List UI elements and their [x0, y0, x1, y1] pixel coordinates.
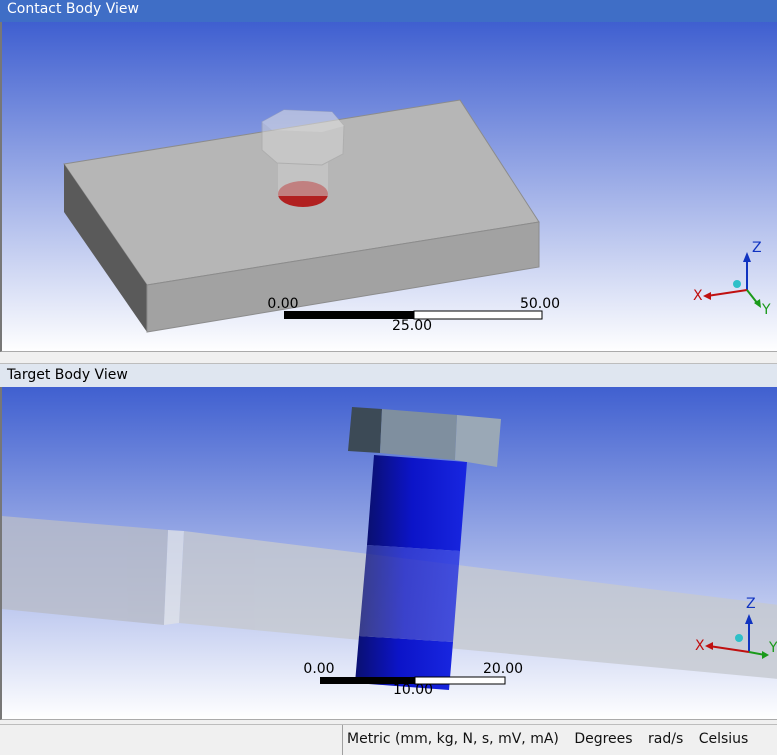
scale-label-left: 0.00 [303, 661, 334, 677]
triad-x-label: X [695, 638, 705, 654]
scale-label-mid: 25.00 [392, 318, 432, 334]
target-view-title-bar[interactable]: Target Body View [0, 363, 777, 387]
unit-system-panel[interactable]: Metric (mm, kg, N, s, mV, mA) Degrees ra… [342, 725, 748, 755]
scale-label-left: 0.00 [267, 296, 298, 312]
contact-body-viewport[interactable]: 0.00 25.00 50.00 Z X Y [0, 22, 777, 352]
triad-z-label: Z [746, 596, 756, 612]
unit-system-label[interactable]: Metric (mm, kg, N, s, mV, mA) [347, 731, 559, 747]
temperature-unit-label[interactable]: Celsius [699, 731, 749, 747]
scale-label-mid: 10.00 [393, 682, 433, 698]
target-body-viewport[interactable]: 0.00 10.00 20.00 Z X Y [0, 387, 777, 720]
contact-view-title-bar[interactable]: Contact Body View [0, 0, 777, 22]
scale-label-right: 20.00 [483, 661, 523, 677]
bolt-shaft-inner [359, 545, 460, 642]
target-view-title: Target Body View [7, 367, 128, 383]
scale-label-right: 50.00 [520, 296, 560, 312]
triad-z-label: Z [752, 240, 762, 256]
status-bar: Metric (mm, kg, N, s, mV, mA) Degrees ra… [0, 724, 777, 755]
contact-view-title: Contact Body View [7, 1, 139, 17]
triad-x-label: X [693, 288, 703, 304]
rotational-velocity-unit-label[interactable]: rad/s [648, 731, 683, 747]
triad-y-label: Y [761, 302, 771, 318]
angle-unit-label[interactable]: Degrees [574, 731, 632, 747]
bolt-shaft [367, 455, 467, 551]
triad-y-label: Y [768, 640, 777, 656]
